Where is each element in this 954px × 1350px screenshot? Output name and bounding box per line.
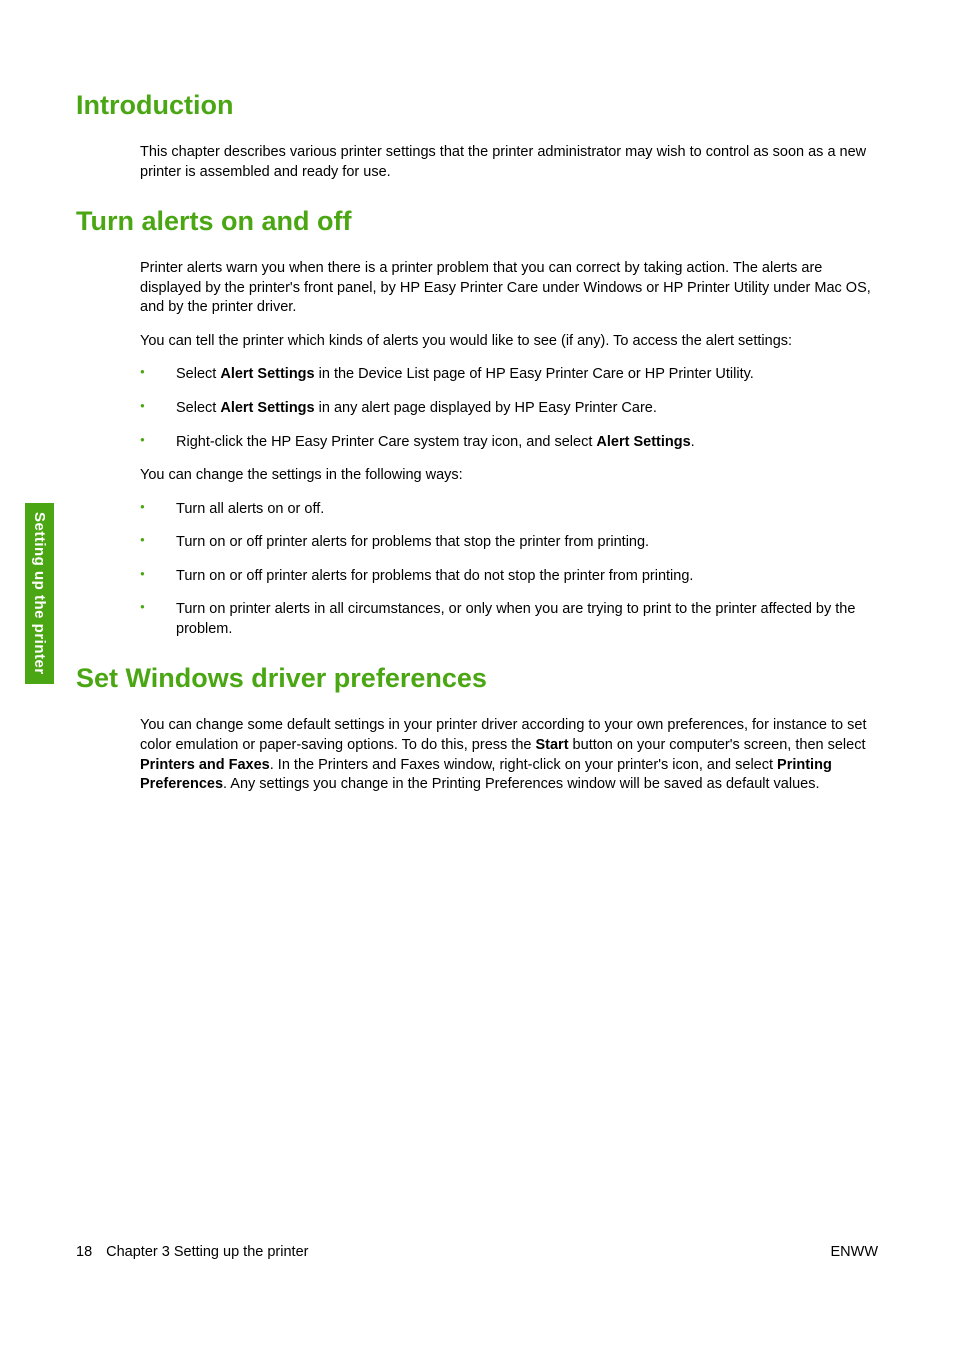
page-content: Introduction This chapter describes vari… <box>0 0 954 795</box>
text: button on your computer's screen, then s… <box>569 737 866 753</box>
text: . <box>691 434 695 450</box>
bold-text: Alert Settings <box>596 434 690 450</box>
text: Select <box>176 366 220 382</box>
list-item: Turn on or off printer alerts for proble… <box>140 533 878 553</box>
list-item: Select Alert Settings in any alert page … <box>140 399 878 419</box>
alerts-change-list: Turn all alerts on or off. Turn on or of… <box>140 500 878 640</box>
text: Select <box>176 400 220 416</box>
alerts-paragraph-1: Printer alerts warn you when there is a … <box>140 259 878 318</box>
text: Right-click the HP Easy Printer Care sys… <box>176 434 596 450</box>
alerts-access-list: Select Alert Settings in the Device List… <box>140 365 878 452</box>
alerts-paragraph-2: You can tell the printer which kinds of … <box>140 332 878 352</box>
footer-right: ENWW <box>830 1244 878 1260</box>
intro-paragraph: This chapter describes various printer s… <box>140 143 878 182</box>
list-item: Turn all alerts on or off. <box>140 500 878 520</box>
page-footer: 18 Chapter 3 Setting up the printer ENWW <box>76 1244 878 1260</box>
chapter-label: Chapter 3 Setting up the printer <box>106 1244 308 1260</box>
footer-left: 18 Chapter 3 Setting up the printer <box>76 1244 308 1260</box>
list-item: Right-click the HP Easy Printer Care sys… <box>140 433 878 453</box>
windows-driver-paragraph: You can change some default settings in … <box>140 716 878 794</box>
list-item: Select Alert Settings in the Device List… <box>140 365 878 385</box>
alerts-paragraph-3: You can change the settings in the follo… <box>140 466 878 486</box>
text: in any alert page displayed by HP Easy P… <box>315 400 657 416</box>
page-number: 18 <box>76 1244 92 1260</box>
text: in the Device List page of HP Easy Print… <box>315 366 754 382</box>
text: . Any settings you change in the Printin… <box>223 776 819 792</box>
bold-text: Alert Settings <box>220 366 314 382</box>
heading-introduction: Introduction <box>76 90 878 121</box>
list-item: Turn on printer alerts in all circumstan… <box>140 600 878 639</box>
bold-text: Alert Settings <box>220 400 314 416</box>
text: . In the Printers and Faxes window, righ… <box>270 757 777 773</box>
bold-text: Start <box>535 737 568 753</box>
side-tab: Setting up the printer <box>25 503 54 684</box>
list-item: Turn on or off printer alerts for proble… <box>140 567 878 587</box>
heading-turn-alerts: Turn alerts on and off <box>76 206 878 237</box>
heading-windows-driver: Set Windows driver preferences <box>76 663 878 694</box>
bold-text: Printers and Faxes <box>140 757 270 773</box>
